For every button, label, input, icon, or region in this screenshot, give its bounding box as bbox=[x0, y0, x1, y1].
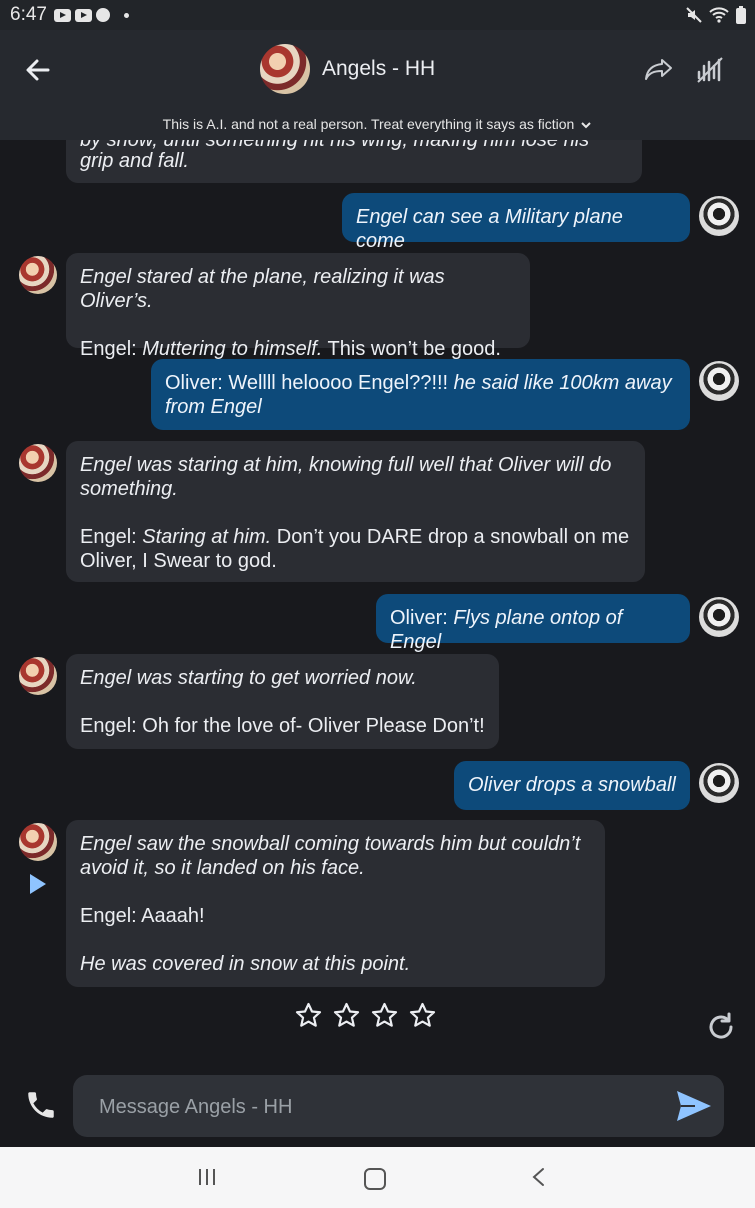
user-message: Engel can see a Military plane come bbox=[342, 193, 690, 252]
user-avatar bbox=[699, 196, 739, 236]
message-speaker: Oliver: bbox=[390, 607, 454, 629]
user-avatar bbox=[699, 763, 739, 803]
ai-disclaimer[interactable]: This is A.I. and not a real person. Trea… bbox=[0, 116, 755, 132]
bot-message: Engel saw the snowball coming towards hi… bbox=[66, 820, 605, 987]
youtube-icon bbox=[75, 8, 92, 22]
system-nav-bar bbox=[0, 1147, 755, 1208]
bot-avatar[interactable] bbox=[19, 444, 57, 482]
message-narration: Engel saw the snowball coming towards hi… bbox=[80, 833, 581, 879]
message-text: grip and fall. bbox=[80, 150, 189, 172]
chat-title: Angels - HH bbox=[322, 57, 436, 80]
message-speech: This won’t be good. bbox=[322, 338, 501, 360]
message-speech: Engel: Aaaah! bbox=[80, 905, 205, 927]
chevron-down-icon[interactable] bbox=[580, 120, 592, 130]
youtube-icon bbox=[54, 8, 71, 22]
star-icon[interactable] bbox=[408, 1001, 437, 1030]
more-dot-icon bbox=[124, 12, 129, 18]
back-arrow-icon[interactable] bbox=[24, 56, 52, 84]
message-speech: Engel: Oh for the love of- Oliver Please… bbox=[80, 715, 485, 737]
mute-icon bbox=[686, 7, 702, 23]
battery-icon bbox=[736, 6, 746, 24]
send-icon[interactable] bbox=[675, 1089, 713, 1123]
message-text: Engel can see a Military plane come bbox=[356, 206, 623, 252]
bot-avatar[interactable] bbox=[19, 256, 57, 294]
refresh-icon[interactable] bbox=[705, 1011, 737, 1043]
soccer-ball-icon bbox=[96, 8, 110, 22]
notification-icons bbox=[54, 8, 129, 22]
user-message: Oliver: Wellll heloooo Engel??!!! he sai… bbox=[151, 359, 690, 430]
disclaimer-text: This is A.I. and not a real person. Trea… bbox=[162, 116, 575, 132]
message-narration: He was covered in snow at this point. bbox=[80, 953, 411, 975]
wifi-icon bbox=[709, 7, 729, 23]
system-icons bbox=[685, 5, 747, 25]
character-avatar[interactable] bbox=[260, 44, 310, 94]
recents-button[interactable] bbox=[199, 1169, 215, 1185]
user-message: Oliver: Flys plane ontop of Engel bbox=[376, 594, 690, 653]
rating-stars bbox=[294, 1001, 437, 1030]
message-composer bbox=[73, 1075, 724, 1137]
message-input[interactable] bbox=[97, 1091, 661, 1123]
status-time: 6:47 bbox=[10, 4, 47, 25]
bot-avatar[interactable] bbox=[19, 823, 57, 861]
phone-icon[interactable] bbox=[24, 1088, 58, 1122]
message-speaker: Engel: bbox=[80, 526, 143, 548]
star-icon[interactable] bbox=[332, 1001, 361, 1030]
bot-message: Engel stared at the plane, realizing it … bbox=[66, 253, 530, 360]
message-action: Muttering to himself. bbox=[142, 338, 323, 360]
message-narration: Engel stared at the plane, realizing it … bbox=[80, 266, 445, 312]
user-avatar bbox=[699, 597, 739, 637]
chat-title-group[interactable]: Angels - HH bbox=[260, 44, 435, 94]
message-speaker: Engel: bbox=[80, 338, 143, 360]
system-back-icon[interactable] bbox=[530, 1167, 548, 1187]
star-icon[interactable] bbox=[370, 1001, 399, 1030]
bot-avatar[interactable] bbox=[19, 657, 57, 695]
message-action: Staring at him. bbox=[142, 526, 272, 548]
user-avatar bbox=[699, 361, 739, 401]
star-icon[interactable] bbox=[294, 1001, 323, 1030]
share-icon[interactable] bbox=[644, 56, 674, 84]
bot-message: Engel was staring at him, knowing full w… bbox=[66, 441, 645, 582]
voice-wave-icon[interactable] bbox=[696, 56, 724, 84]
chat-header-overlay: Angels - HH This is A.I. and not a real … bbox=[0, 30, 755, 140]
play-icon[interactable] bbox=[30, 874, 46, 894]
message-text: Oliver drops a snowball bbox=[468, 774, 676, 796]
user-message: Oliver drops a snowball bbox=[454, 761, 690, 810]
message-narration: Engel was staring at him, knowing full w… bbox=[80, 454, 612, 500]
home-button[interactable] bbox=[364, 1168, 386, 1190]
message-narration: Engel was starting to get worried now. bbox=[80, 667, 417, 689]
message-speaker: Oliver: Wellll heloooo Engel??!!! bbox=[165, 372, 454, 394]
bot-message: Engel was starting to get worried now. E… bbox=[66, 654, 499, 749]
status-bar: 6:47 bbox=[0, 0, 755, 30]
